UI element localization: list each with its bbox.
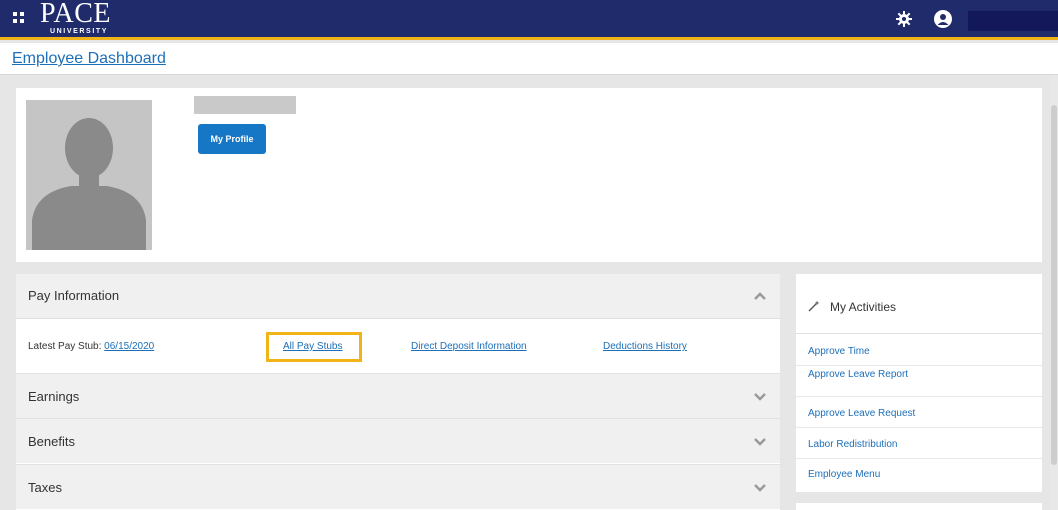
all-pay-stubs-link[interactable]: All Pay Stubs [283,341,342,352]
gear-icon[interactable] [896,11,912,27]
chevron-down-icon[interactable] [754,483,766,493]
activity-label[interactable]: Employee Menu [808,469,880,480]
pay-information-title: Pay Information [28,288,120,303]
avatar [26,100,152,250]
benefits-title: Benefits [28,434,75,449]
deductions-history-link[interactable]: Deductions History [603,341,687,352]
benefits-section-header[interactable]: Benefits [16,418,780,463]
pace-university-logo[interactable]: PACE UNIVERSITY [40,0,130,37]
my-activities-panel: My Activities Approve Time Approve Leave… [796,274,1042,492]
breadcrumb-employee-dashboard[interactable]: Employee Dashboard [12,50,166,68]
activity-label[interactable]: Approve Time [808,346,870,357]
latest-pay-stub: Latest Pay Stub: 06/15/2020 [28,341,154,352]
activity-approve-leave-report[interactable]: Approve Leave Report [796,366,1042,397]
activity-label[interactable]: Approve Leave Report [808,369,908,380]
page-scrollbar[interactable] [1050,75,1058,510]
logo-text: PACE [40,0,112,29]
direct-deposit-information-link[interactable]: Direct Deposit Information [411,341,527,352]
chevron-down-icon[interactable] [754,437,766,447]
my-activities-title: My Activities [830,300,897,314]
scrollbar-thumb[interactable] [1051,105,1057,465]
earnings-title: Earnings [28,389,80,404]
latest-pay-stub-date-link[interactable]: 06/15/2020 [104,341,154,352]
breadcrumb: Employee Dashboard [0,43,1058,75]
activity-label[interactable]: Approve Leave Request [808,408,915,419]
activity-label[interactable]: Labor Redistribution [808,439,898,450]
earnings-section-header[interactable]: Earnings [16,373,780,418]
my-profile-button[interactable]: My Profile [198,124,266,154]
taxes-title: Taxes [28,480,62,495]
latest-pay-stub-label: Latest Pay Stub: [28,341,102,352]
wand-icon [808,300,820,312]
profile-card: My Profile [16,88,1042,262]
chevron-down-icon[interactable] [754,392,766,402]
user-icon[interactable] [934,10,952,28]
pay-information-header[interactable]: Pay Information [16,274,780,319]
employee-name-redacted [194,96,296,114]
activity-approve-leave-request[interactable]: Approve Leave Request [796,397,1042,428]
grid-icon[interactable] [13,12,25,24]
activities-next-panel [796,503,1042,510]
logo-subtext: UNIVERSITY [50,28,109,35]
top-navigation-bar: PACE UNIVERSITY [0,0,1058,40]
user-name-redacted[interactable] [968,11,1058,31]
activity-employee-menu[interactable]: Employee Menu [796,459,1042,490]
my-activities-header: My Activities [796,274,1042,334]
pay-information-panel: Pay Information Latest Pay Stub: 06/15/2… [16,274,780,510]
taxes-section-header[interactable]: Taxes [16,464,780,509]
activity-approve-time[interactable]: Approve Time [796,335,1042,366]
avatar-silhouette-icon [32,118,146,250]
chevron-up-icon[interactable] [754,291,766,301]
activity-labor-redistribution[interactable]: Labor Redistribution [796,428,1042,459]
pay-information-row: Latest Pay Stub: 06/15/2020 All Pay Stub… [16,319,780,373]
